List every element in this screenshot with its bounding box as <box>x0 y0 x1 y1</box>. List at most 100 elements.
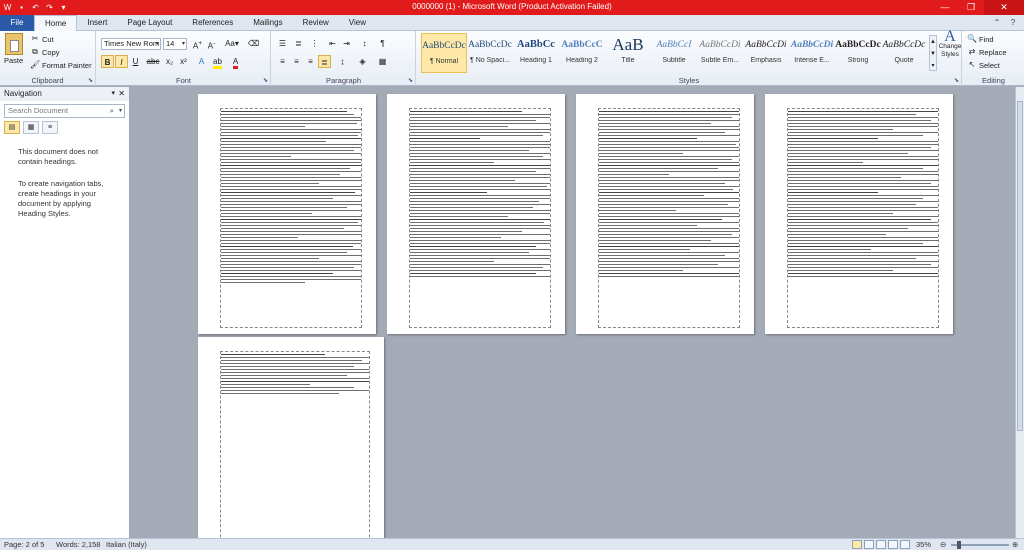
print-layout-view-icon[interactable] <box>852 540 862 549</box>
outline-view-icon[interactable] <box>888 540 898 549</box>
styles-scroll-icon[interactable]: ▲ ▼ ▾ <box>929 35 937 71</box>
paste-button[interactable]: Paste <box>4 33 23 65</box>
style-subtle-emphasis[interactable]: AaBbCcDi Subtle Em... <box>697 33 743 73</box>
document-page[interactable] <box>387 94 565 334</box>
zoom-slider-thumb[interactable] <box>957 541 962 549</box>
full-screen-view-icon[interactable] <box>864 540 874 549</box>
text-line <box>410 254 550 256</box>
language-status[interactable]: Italian (Italy) <box>106 540 147 549</box>
highlight-icon[interactable]: ab <box>211 55 224 69</box>
browse-pages-icon[interactable]: ▦ <box>23 121 39 134</box>
subscript-button[interactable]: x₂ <box>163 55 176 68</box>
align-center-icon[interactable]: ≡ <box>290 55 303 68</box>
italic-button[interactable]: I <box>115 55 128 68</box>
navigation-search-input[interactable]: Search Document ⌕ ▾ <box>4 104 125 118</box>
line-spacing-icon[interactable]: ↨ <box>336 55 349 68</box>
underline-button[interactable]: U <box>129 55 142 68</box>
zoom-out-icon[interactable]: ⊖ <box>940 540 946 549</box>
change-case-button[interactable]: Aa▾ <box>223 37 241 50</box>
find-button[interactable]: 🔍 Find <box>967 34 994 44</box>
select-button[interactable]: ↖ Select <box>967 60 1000 70</box>
numbering-icon[interactable]: ≣ <box>292 37 305 50</box>
text-line <box>788 173 938 175</box>
format-painter-button[interactable]: 🖌 Format Painter <box>30 60 92 70</box>
clear-formatting-icon[interactable]: ⌫ <box>247 37 260 50</box>
document-page[interactable] <box>198 337 384 538</box>
word-count[interactable]: Words: 2,158 <box>56 540 100 549</box>
document-page[interactable] <box>198 94 376 334</box>
maximize-icon[interactable]: ❐ <box>958 0 984 15</box>
borders-icon[interactable]: ▦ <box>376 55 389 68</box>
grow-font-button[interactable]: A+ <box>191 37 204 51</box>
bold-button[interactable]: B <box>101 55 114 68</box>
tab-view[interactable]: View <box>339 15 376 31</box>
text-effects-icon[interactable]: A <box>195 55 208 68</box>
help-icon[interactable]: ? <box>1008 18 1018 28</box>
close-icon[interactable]: ✕ <box>118 87 125 101</box>
multilevel-list-icon[interactable]: ⋮ <box>308 37 321 50</box>
justify-icon[interactable]: ≣ <box>318 55 331 68</box>
style-heading-2[interactable]: AaBbCcC Heading 2 <box>559 33 605 73</box>
tab-file[interactable]: File <box>0 15 34 31</box>
style-quote[interactable]: AaBbCcDc Quote <box>881 33 927 73</box>
web-layout-view-icon[interactable] <box>876 540 886 549</box>
vertical-scrollbar[interactable] <box>1015 87 1024 538</box>
decrease-indent-icon[interactable]: ⇤ <box>326 37 339 50</box>
font-name-select[interactable]: Times New Rom ▾ <box>101 38 161 50</box>
align-left-icon[interactable]: ≡ <box>276 55 289 68</box>
document-page[interactable] <box>765 94 953 334</box>
style-title[interactable]: AaB Title <box>605 33 651 73</box>
document-page[interactable] <box>576 94 754 334</box>
minimize-icon[interactable]: — <box>932 0 958 15</box>
align-right-icon[interactable]: ≡ <box>304 55 317 68</box>
chevron-down-icon[interactable]: ▾ <box>111 87 115 101</box>
search-icon[interactable]: ⌕ <box>110 105 114 117</box>
replace-button[interactable]: ⇄ Replace <box>967 47 1007 57</box>
tab-insert[interactable]: Insert <box>77 15 117 31</box>
minimize-ribbon-icon[interactable]: ⌃ <box>992 18 1002 28</box>
font-launcher-icon[interactable]: ⬊ <box>263 77 268 84</box>
show-marks-icon[interactable]: ¶ <box>376 37 389 50</box>
shrink-font-button[interactable]: A- <box>205 37 218 51</box>
text-line <box>599 212 739 214</box>
browse-results-icon[interactable]: ≡ <box>42 121 58 134</box>
scrollbar-thumb[interactable] <box>1017 101 1023 431</box>
zoom-in-icon[interactable]: ⊕ <box>1012 540 1018 549</box>
style-intense-emphasis[interactable]: AaBbCcDi Intense E... <box>789 33 835 73</box>
style-normal[interactable]: AaBbCcDc ¶ Normal <box>421 33 467 73</box>
page-count[interactable]: Page: 2 of 5 <box>4 540 44 549</box>
sort-icon[interactable]: ↕ <box>358 37 371 50</box>
tab-mailings[interactable]: Mailings <box>243 15 292 31</box>
zoom-level[interactable]: 35% <box>916 540 931 549</box>
style-heading-1[interactable]: AaBbCc Heading 1 <box>513 33 559 73</box>
cut-button[interactable]: ✂ Cut <box>30 34 54 44</box>
paragraph-launcher-icon[interactable]: ⬊ <box>408 77 413 84</box>
tab-references[interactable]: References <box>182 15 243 31</box>
shading-icon[interactable]: ◈ <box>356 55 369 68</box>
font-size-select[interactable]: 14 ▾ <box>163 38 187 50</box>
style-strong[interactable]: AaBbCcDc Strong <box>835 33 881 73</box>
clipboard-launcher-icon[interactable]: ⬊ <box>88 77 93 84</box>
copy-button[interactable]: ⧉ Copy <box>30 47 59 57</box>
font-color-icon[interactable]: A <box>229 55 242 69</box>
style-emphasis[interactable]: AaBbCcDi Emphasis <box>743 33 789 73</box>
styles-launcher-icon[interactable]: ⬊ <box>954 77 959 84</box>
strikethrough-button[interactable]: abc <box>145 55 161 68</box>
text-line <box>221 377 369 379</box>
tab-review[interactable]: Review <box>293 15 339 31</box>
text-line <box>788 197 923 199</box>
bullets-icon[interactable]: ☰ <box>276 37 289 50</box>
close-icon[interactable]: ✕ <box>984 0 1024 15</box>
document-area[interactable] <box>131 87 1015 538</box>
page-text-area <box>787 108 939 328</box>
increase-indent-icon[interactable]: ⇥ <box>340 37 353 50</box>
style-subtitle[interactable]: AaBbCcI Subtitle <box>651 33 697 73</box>
tab-home[interactable]: Home <box>34 15 78 31</box>
chevron-down-icon[interactable]: ▾ <box>119 105 122 117</box>
change-styles-button[interactable]: A Change Styles <box>939 29 962 59</box>
browse-headings-icon[interactable]: ▤ <box>4 121 20 134</box>
draft-view-icon[interactable] <box>900 540 910 549</box>
superscript-button[interactable]: x² <box>177 55 190 68</box>
style-no-spacing[interactable]: AaBbCcDc ¶ No Spaci... <box>467 33 513 73</box>
tab-page-layout[interactable]: Page Layout <box>117 15 182 31</box>
